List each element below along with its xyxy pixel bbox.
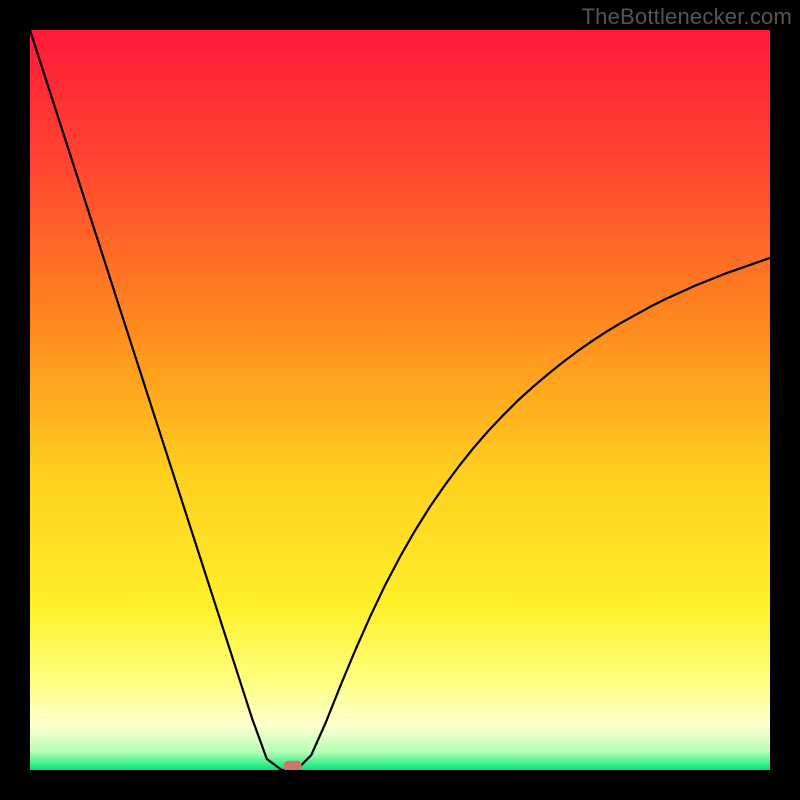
chart-frame	[30, 30, 770, 770]
watermark-text: TheBottlenecker.com	[582, 4, 792, 30]
optimal-point-marker	[284, 761, 302, 770]
chart-plot	[30, 30, 770, 770]
gradient-background	[30, 30, 770, 770]
